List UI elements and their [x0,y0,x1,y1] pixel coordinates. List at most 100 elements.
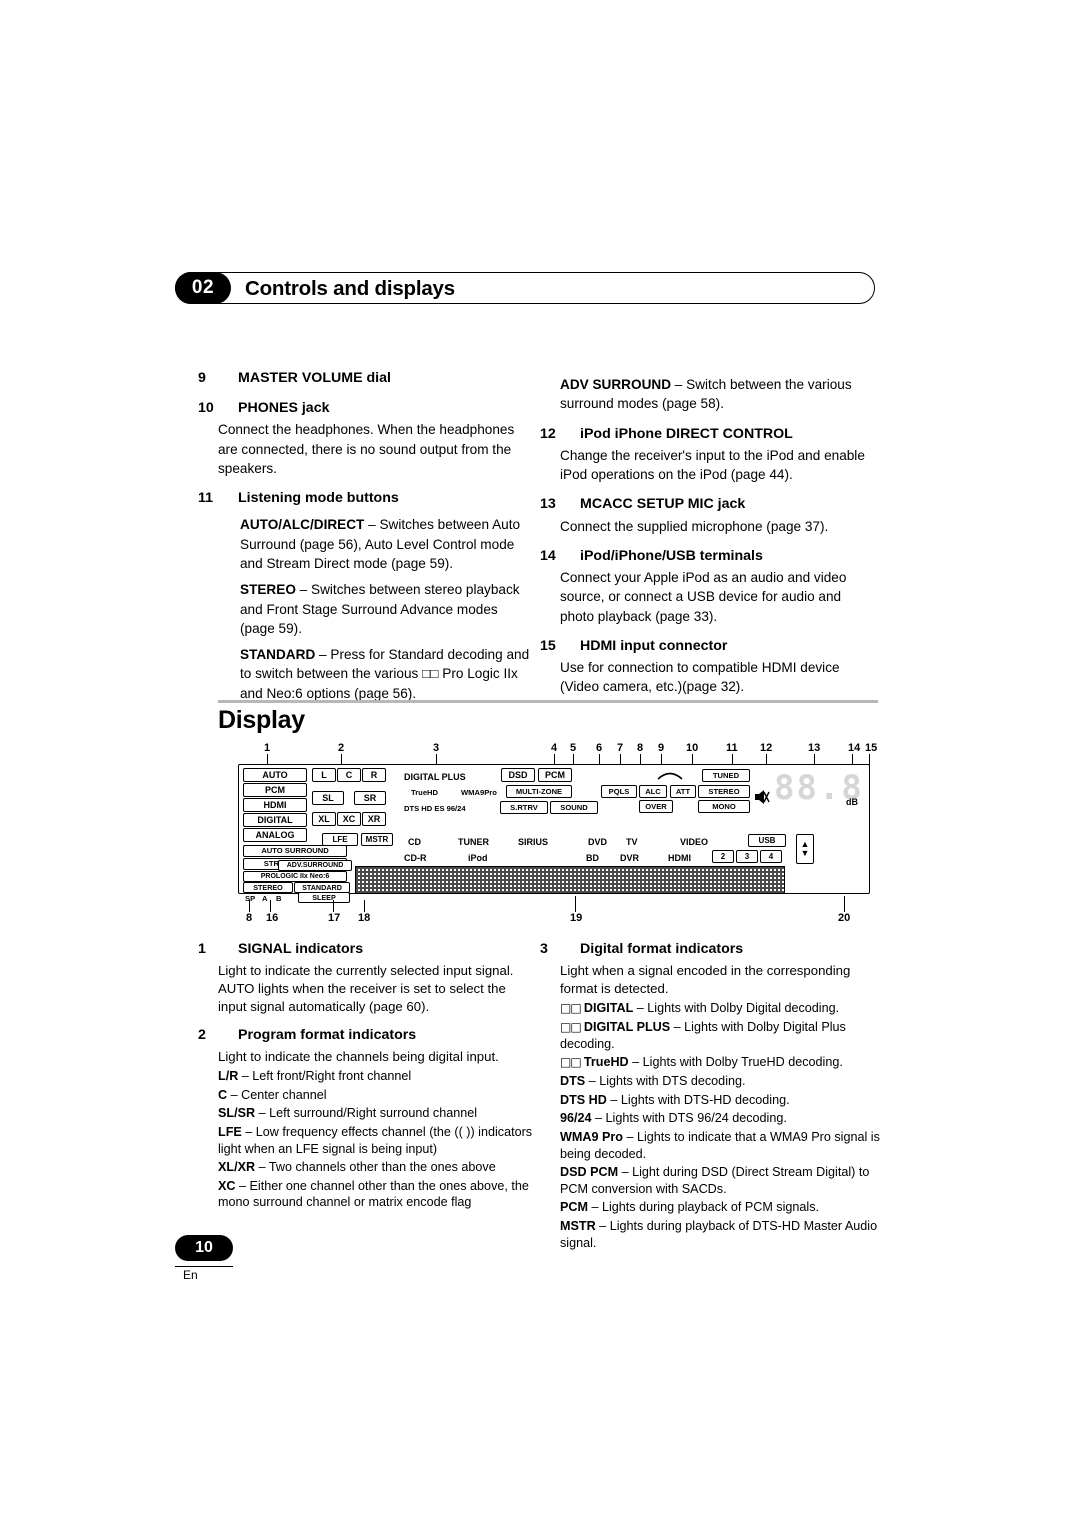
callout-14: 14 [848,742,861,754]
indicator-stereo-tuner: STEREO [698,785,750,798]
leader-b-16 [270,900,271,912]
callout-b-16: 16 [266,912,279,924]
manual-page: 02 Controls and displays 9 MASTER VOLUME … [0,0,1080,1527]
item-number: 13 [540,496,556,513]
indicator-sl: SL [312,791,344,805]
callout-12: 12 [760,742,773,754]
input-cd: CD [408,837,421,847]
definition-term: AUTO/ALC/DIRECT [240,517,365,533]
item-number: 10 [198,400,214,417]
lower-left-column: 1 SIGNAL indicators Light to indicate the … [198,940,536,1213]
definition-term: XC [218,1178,236,1193]
definition-item: XC – Either one channel other than the o… [218,1178,529,1210]
indicator-sp-a: A [262,894,268,903]
callout-2: 2 [338,742,345,754]
definition-item: DSD PCM – Light during DSD (Direct Strea… [560,1165,870,1196]
indicator-sound: SOUND [550,801,598,814]
definition-item: □□ TrueHD – Lights with Dolby TrueHD dec… [560,1055,843,1070]
definition-item: DTS HD – Lights with DTS-HD decoding. [560,1092,790,1107]
callout-15: 15 [865,742,878,754]
definition-term: DTS [560,1074,586,1089]
body-paragraph: Connect your Apple iPod as an audio and … [560,569,847,624]
callout-9: 9 [658,742,665,754]
indicator-wma9pro: WMA9Pro [461,788,497,797]
body-paragraph: Connect the supplied microphone (page 37… [560,518,829,534]
item-label: HDMI input connector [580,637,728,654]
callout-3: 3 [433,742,440,754]
definition-term: WMA9 Pro [560,1129,623,1144]
numbered-heading: 12 iPod iPhone DIRECT CONTROL [540,424,878,444]
indicator-auto-surround: AUTO SURROUND [243,845,347,857]
definition-term: LFE [218,1124,242,1139]
item-label: iPod/iPhone/USB terminals [580,547,763,564]
item-label: MCACC SETUP MIC jack [580,496,746,513]
callout-7: 7 [617,742,624,754]
footer-divider [175,1266,233,1267]
item-label: iPod iPhone DIRECT CONTROL [580,425,793,442]
input-dvd: DVD [588,837,608,847]
numbered-heading: 11 Listening mode buttons [198,488,534,508]
indicator-sr: SR [354,791,386,805]
item-number: 2 [198,1027,206,1044]
indicator-att: ATT [670,785,696,798]
callout-11: 11 [726,742,738,754]
definition-term: MSTR [560,1219,596,1233]
definition-paragraph: ADV SURROUND – Switch between the variou… [560,377,852,412]
item-number: 14 [540,547,556,564]
dolby-logo-icon: □□ [560,1019,584,1034]
indicator-analog: ANALOG [243,828,307,842]
numbered-heading: 2 Program format indicators [198,1026,536,1046]
display-diagram: 1 2 3 4 5 6 7 8 9 10 11 12 13 14 15 AUTO… [218,742,878,927]
indicator-mstr: MSTR [361,833,393,846]
numbered-heading: 15 HDMI input connector [540,636,878,656]
definition-item: XL/XR – Two channels other than the ones… [218,1160,496,1175]
indicator-sleep: SLEEP [298,892,350,903]
footer-language: En [183,1268,198,1282]
definition-item: L/R – Left front/Right front channel [218,1069,412,1084]
indicator-prologic-neo: PROLOGIC IIx Neo:6 [243,871,347,882]
item-label: Digital format indicators [580,941,744,957]
mute-speaker-icon [755,790,770,804]
definition-item: PCM – Lights during playback of PCM sign… [560,1200,820,1215]
item-number: 15 [540,637,556,654]
page-title: Controls and displays [245,277,455,300]
item-number: 9 [198,370,206,386]
item-label: PHONES jack [238,400,330,417]
callout-b-8: 8 [246,912,253,924]
definition-term: ADV SURROUND [560,377,672,392]
item-label: MASTER VOLUME dial [238,370,391,386]
dolby-logo-icon: □□ [560,1055,584,1070]
definition-term: STEREO [240,582,296,598]
leader-b-18 [364,900,365,912]
right-text-column: ADV SURROUND – Switch between the variou… [540,368,878,699]
item-label: Listening mode buttons [238,490,399,507]
definition-item: C – Center channel [218,1087,327,1102]
callout-b-18: 18 [358,912,371,924]
indicator-over: OVER [639,800,673,813]
leader-b-8 [249,900,250,912]
indicator-l: L [312,768,336,782]
numbered-heading: 3 Digital format indicators [540,940,880,960]
definition-item: 96/24 – Lights with DTS 96/24 decoding. [560,1111,787,1126]
indicator-tuned: TUNED [702,769,750,782]
definition-term: XL/XR [218,1160,256,1175]
left-text-column: 9 MASTER VOLUME dial 10 PHONES jack Connect … [198,368,534,705]
numbered-heading: 9 MASTER VOLUME dial [198,368,534,388]
definition-term: PCM [560,1200,588,1215]
dolby-logo-icon: □□ [560,1001,584,1016]
definition-paragraph: STEREO – Switches between stereo playbac… [240,582,520,636]
indicator-alc: ALC [639,785,667,798]
definition-item: MSTR – Lights during playback of DTS-HD … [560,1219,878,1250]
input-sirius: SIRIUS [518,837,549,847]
page-header: 02 Controls and displays [175,272,875,306]
indicator-hdmi: HDMI [243,798,307,812]
definition-term: TrueHD [583,1055,629,1070]
callout-8: 8 [637,742,644,754]
definition-item: □□ DIGITAL PLUS – Lights with Dolby Digi… [560,1019,846,1051]
db-label: dB [846,797,858,807]
indicator-digital: DIGITAL [243,813,307,827]
callout-5: 5 [570,742,577,754]
input-usb: USB [748,834,786,847]
input-cdr: CD-R [404,853,427,863]
body-paragraph: Connect the headphones. When the headpho… [218,422,515,476]
